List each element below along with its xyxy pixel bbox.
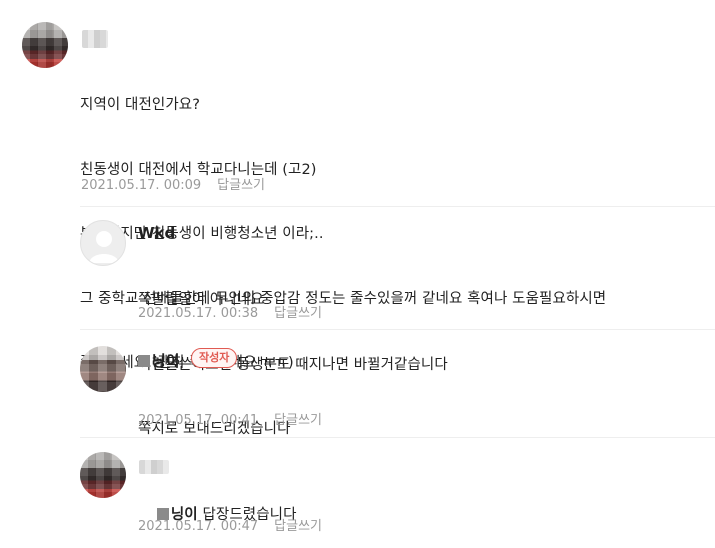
- reply-button[interactable]: 답글쓰기: [274, 413, 322, 428]
- reply-button[interactable]: 답글쓰기: [274, 519, 322, 534]
- default-avatar-icon[interactable]: [80, 220, 126, 266]
- reply-nickname[interactable]: 닝이: [138, 350, 180, 371]
- reply-meta: 2021.05.17. 00:47 답글쓰기: [138, 515, 322, 534]
- comment-meta: 2021.05.17. 00:09 답글쓰기: [81, 174, 265, 193]
- reply-date: 2021.05.17. 00:47: [138, 519, 259, 534]
- comment-line: 지역이 대전인가요?: [80, 97, 201, 113]
- person-icon: [89, 231, 119, 263]
- blurred-nickname[interactable]: [82, 30, 108, 48]
- nickname-text: 닝이: [152, 352, 180, 370]
- blurred-nickname[interactable]: [139, 460, 169, 474]
- avatar[interactable]: [80, 346, 126, 392]
- reply-item: 닝이 답장드렸습니다 2021.05.17. 00:47 답글쓰기: [0, 438, 715, 548]
- reply-button[interactable]: 답글쓰기: [274, 306, 322, 321]
- reply-nickname[interactable]: Wkd: [138, 224, 175, 242]
- reply-date: 2021.05.17. 00:41: [138, 413, 259, 428]
- comment-item: 지역이 대전인가요? 친동생이 대전에서 학교다니는데 (고2) 부끄럽지만 친…: [0, 0, 715, 371]
- reply-meta: 2021.05.17. 00:38 답글쓰기: [138, 302, 322, 321]
- reply-meta: 2021.05.17. 00:41 답글쓰기: [138, 409, 322, 428]
- author-badge: 작성자: [191, 348, 238, 368]
- reply-item: Wkd 쪽팔릴일이 아니네요 이런글쓴이보면 동생분도 때지나면 바뀔거같습니다…: [0, 207, 715, 373]
- comment-date: 2021.05.17. 00:09: [81, 178, 202, 193]
- avatar[interactable]: [80, 452, 126, 498]
- reply-button[interactable]: 답글쓰기: [217, 178, 265, 193]
- reply-item: 닝이 작성자 쪽지로 보내드리겠습니다 2021.05.17. 00:41 답글쓰…: [0, 330, 715, 437]
- avatar[interactable]: [22, 22, 68, 68]
- reply-date: 2021.05.17. 00:38: [138, 306, 259, 321]
- masked-name-block: [138, 355, 150, 367]
